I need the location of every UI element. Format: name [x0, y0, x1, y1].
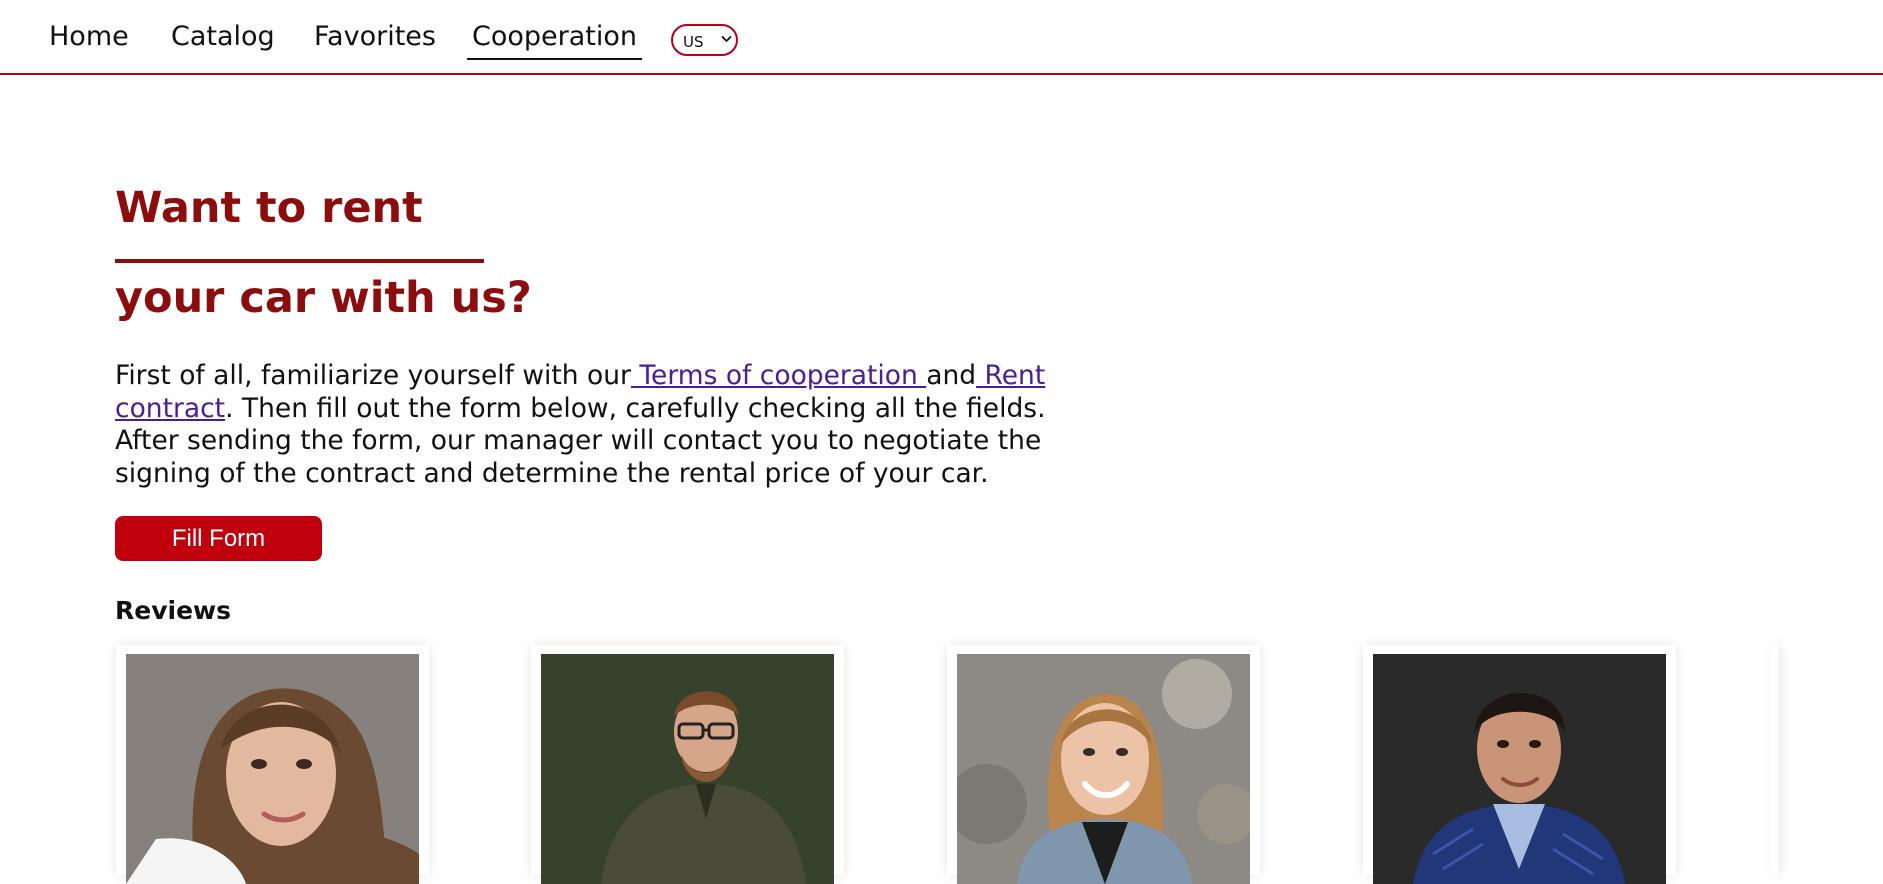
terms-of-cooperation-link[interactable]: Terms of cooperation	[631, 360, 926, 391]
intro-text-start: First of all, familiarize yourself with …	[115, 360, 631, 391]
hero-title-line-1: Want to rent	[115, 183, 423, 233]
intro-text-end: . Then fill out the form below, carefull…	[115, 392, 1046, 489]
title-divider	[115, 259, 484, 263]
review-card[interactable]	[947, 645, 1260, 884]
review-card[interactable]	[531, 645, 844, 884]
nav-cooperation-link[interactable]: Cooperation	[467, 20, 643, 60]
language-select[interactable]: US	[671, 24, 738, 56]
hero-title-line-2: your car with us?	[115, 273, 532, 323]
reviews-heading: Reviews	[115, 596, 232, 625]
intro-text-and: and	[926, 360, 977, 391]
reviewer-woman-portrait	[126, 654, 419, 884]
review-card[interactable]	[116, 645, 429, 884]
nav-home-link[interactable]: Home	[49, 20, 129, 54]
nav-favorites-link[interactable]: Favorites	[314, 20, 436, 54]
review-card[interactable]	[1363, 645, 1676, 884]
reviewer-man-glasses-portrait	[541, 654, 834, 884]
reviewer-woman-smiling-portrait	[957, 654, 1250, 884]
chevron-down-icon	[721, 36, 732, 42]
fill-form-button[interactable]: Fill Form	[115, 516, 322, 561]
language-select-value: US	[683, 32, 704, 51]
top-navigation: Home Catalog Favorites Cooperation US	[0, 0, 1883, 75]
reviewer-man-blue-suit-portrait	[1373, 654, 1666, 884]
review-card-partial	[1770, 645, 1778, 875]
intro-paragraph: First of all, familiarize yourself with …	[115, 360, 1115, 490]
nav-catalog-link[interactable]: Catalog	[171, 20, 275, 54]
